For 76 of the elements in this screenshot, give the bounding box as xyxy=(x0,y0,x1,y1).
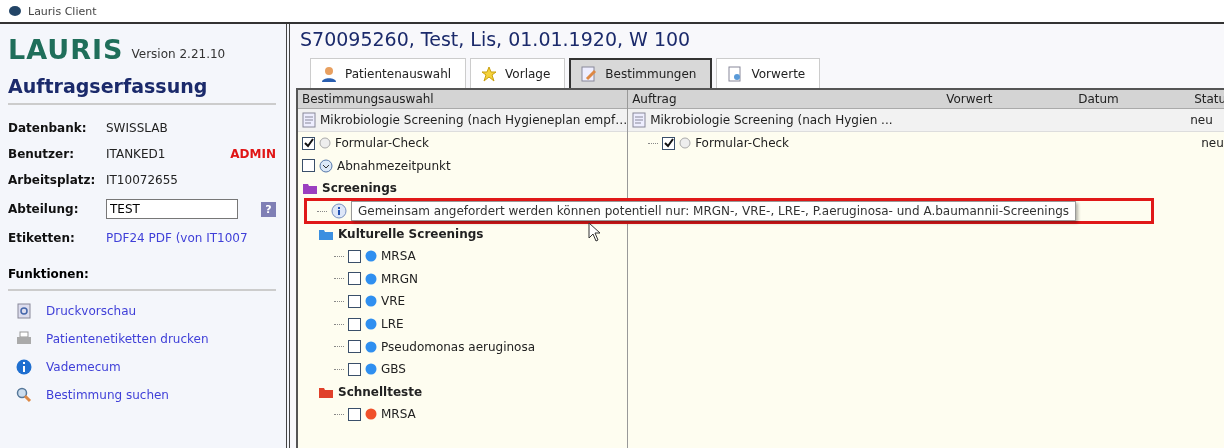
function-link[interactable]: Bestimmung suchen xyxy=(16,387,276,403)
field-label: Abteilung: xyxy=(8,202,80,216)
field-link[interactable]: PDF24 PDF (von IT1007 xyxy=(106,231,276,245)
checkbox[interactable] xyxy=(348,407,361,421)
function-link[interactable]: Vademecum xyxy=(16,359,276,375)
order-label: Formular-Check xyxy=(695,136,791,151)
sidebar-heading: Auftragserfassung xyxy=(8,75,276,105)
star-icon xyxy=(481,65,498,82)
help-button[interactable]: ? xyxy=(261,201,276,217)
field-value: IT10072655 xyxy=(106,173,179,187)
app-icon xyxy=(8,5,22,17)
template-row[interactable]: Mikrobiologie Screening (nach Hygieneplan empf… xyxy=(298,109,628,132)
checkbox[interactable] xyxy=(348,272,361,286)
tree-item-label[interactable]: LRE xyxy=(381,317,404,332)
edit-document-icon xyxy=(581,66,598,82)
department-field[interactable]: TEST xyxy=(106,199,238,219)
info-icon xyxy=(331,203,347,219)
status-cell: neu xyxy=(1201,136,1224,151)
tree-item-label[interactable]: MRGN xyxy=(381,271,418,286)
tree-item-label[interactable]: MRSA xyxy=(381,249,416,264)
tab[interactable]: Patientenauswahl xyxy=(310,58,467,88)
field-label: Benutzer: xyxy=(8,147,75,161)
role-label: ADMIN xyxy=(230,147,276,161)
tree-item-label[interactable]: MRSA xyxy=(381,407,416,422)
cursor-icon xyxy=(588,222,602,242)
checkbox[interactable] xyxy=(348,249,361,263)
field-label: Datenbank: xyxy=(8,121,88,135)
folder-label[interactable]: Kulturelle Screenings xyxy=(338,226,484,241)
search-icon xyxy=(16,387,32,403)
function-link[interactable]: Patientenetiketten drucken xyxy=(16,331,276,347)
checkbox[interactable] xyxy=(348,340,361,354)
checkbox[interactable] xyxy=(302,136,315,150)
template-icon xyxy=(632,112,647,128)
patient-title: S70095260, Test, Lis, 01.01.1920, W 100 xyxy=(299,28,692,50)
checkbox[interactable] xyxy=(348,294,361,308)
function-link[interactable]: Druckvorschau xyxy=(16,303,276,319)
tree-item-label[interactable]: Pseudomonas aeruginosa xyxy=(381,339,536,354)
column-title: Datum xyxy=(1077,92,1120,106)
tab[interactable]: Vorlage xyxy=(470,58,566,88)
template-icon xyxy=(302,112,316,128)
logo: LAURIS xyxy=(8,34,124,65)
tab[interactable]: Vorwerte xyxy=(716,58,821,88)
printer-icon xyxy=(16,331,32,347)
order-label: Mikrobiologie Screening (nach Hygien ... xyxy=(650,113,894,127)
preview-icon xyxy=(16,303,32,319)
person-icon xyxy=(321,65,337,82)
checkbox[interactable] xyxy=(302,159,315,173)
order-row[interactable]: Mikrobiologie Screening (nach Hygien ... neu xyxy=(628,109,1224,132)
field-label: Arbeitsplatz: xyxy=(8,173,97,187)
clock-icon xyxy=(319,158,333,173)
radio-icon xyxy=(319,137,331,150)
document-icon xyxy=(727,65,744,82)
tooltip: Gemeinsam angefordert werden können potentiell nur: MRGN-, VRE-, LRE-, P.aeruginosa- und A.baumannii-Screenings xyxy=(351,201,1077,221)
checkbox[interactable] xyxy=(348,362,361,376)
column-title: Auftrag xyxy=(631,92,678,106)
tree-item-label[interactable]: Formular-Check xyxy=(335,136,429,151)
status-cell: neu xyxy=(1190,113,1213,127)
functions-heading: Funktionen: xyxy=(8,267,276,291)
version-label: Version 2.21.10 xyxy=(131,47,226,63)
folder-label[interactable]: Screenings xyxy=(322,181,397,196)
radio-icon xyxy=(679,137,692,150)
field-value: ITANKED1 xyxy=(106,147,166,161)
checkbox[interactable] xyxy=(348,317,361,331)
tree-item-label[interactable]: VRE xyxy=(381,294,406,309)
checkbox[interactable] xyxy=(662,136,676,150)
field-value: SWISSLAB xyxy=(106,121,169,135)
template-label: Mikrobiologie Screening (nach Hygieneplan empf… xyxy=(320,113,628,127)
column-title: Vorwert xyxy=(945,92,994,106)
tree-item-label[interactable]: GBS xyxy=(381,362,406,377)
folder-label[interactable]: Schnellteste xyxy=(338,384,423,399)
tab[interactable]: Bestimmungen xyxy=(569,58,713,88)
window-title: Lauris Client xyxy=(28,4,97,18)
column-title: Bestimmungsauswahl xyxy=(301,92,435,106)
field-label: Etiketten: xyxy=(8,231,76,245)
info-icon xyxy=(16,359,32,375)
tree-item-label[interactable]: Abnahmezeitpunkt xyxy=(337,158,451,173)
